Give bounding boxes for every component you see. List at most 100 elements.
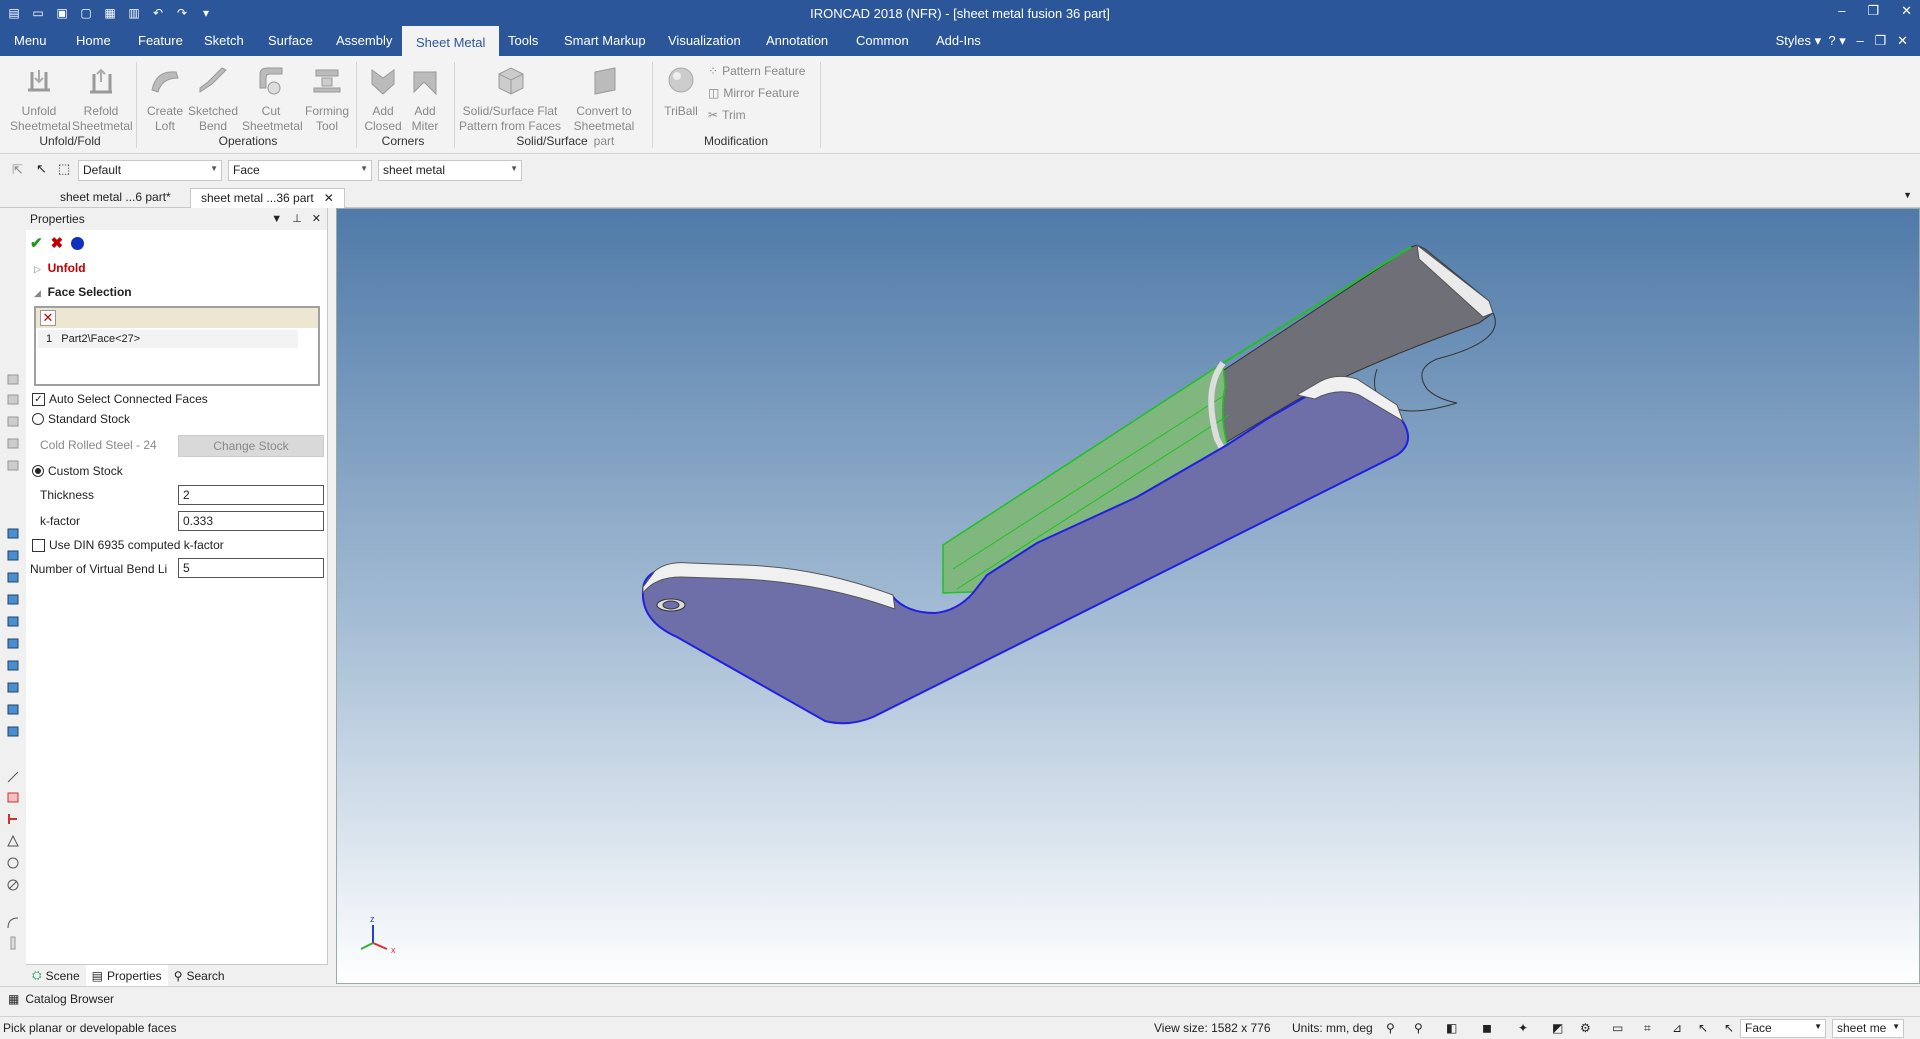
zoom-icon[interactable]: ⚲ [1386,1021,1400,1035]
render-mode-icon[interactable]: ◼ [1482,1021,1496,1035]
corner-relief-icon[interactable] [6,834,20,848]
ruler-icon[interactable] [6,936,20,950]
filter-icon[interactable]: ⊿ [1672,1021,1686,1035]
3d-viewport[interactable]: z x [336,208,1920,984]
sheetmetal-stock-icon[interactable] [6,724,20,738]
block-icon[interactable] [6,392,20,406]
tab-sketch[interactable]: Sketch [190,26,258,56]
tab-tools[interactable]: Tools [494,26,552,56]
change-stock-button[interactable]: Change Stock [178,435,324,457]
cancel-x-icon[interactable]: ✖ [51,234,64,252]
rotate-icon[interactable] [6,856,20,870]
standard-stock-radio[interactable] [32,413,44,425]
camera-icon[interactable]: ⚙ [1580,1021,1594,1035]
display-mode-icon[interactable]: ▭ [1612,1021,1626,1035]
status-scope-combo[interactable]: sheet me ▼ [1832,1019,1904,1038]
pointer-select-icon[interactable]: ↖ [1698,1021,1712,1035]
sheetmetal-stock-icon[interactable] [6,636,20,650]
catalog-browser-bar[interactable]: ▦ Catalog Browser [0,986,1920,1010]
auto-select-checkbox-row[interactable]: ✓ Auto Select Connected Faces [32,392,208,406]
tab-menu[interactable]: Menu [0,26,61,56]
forming-tool-button[interactable]: Forming Tool [298,64,356,134]
close-tab-icon[interactable]: ✕ [324,191,334,205]
triball-button[interactable]: TriBall [656,64,706,119]
standard-stock-radio-row[interactable]: Standard Stock [32,412,130,426]
snap-icon[interactable]: ⌗ [1644,1021,1658,1035]
minimize-icon[interactable]: – [1838,3,1845,19]
hem-tool-icon[interactable] [6,790,20,804]
tab-visualization[interactable]: Visualization [654,26,755,56]
selection-row[interactable]: 1 Part2\Face<27> [38,330,298,348]
tab-search[interactable]: ⚲ Search [168,965,231,986]
add-miter-button[interactable]: Add Miter [396,64,454,134]
help-icon[interactable]: ? [1828,33,1835,48]
sheetmetal-stock-icon[interactable] [6,570,20,584]
tab-properties[interactable]: ▤ Properties [85,965,168,986]
curve-tool-icon[interactable] [6,916,20,930]
sheetmetal-stock-icon[interactable] [6,702,20,716]
refold-sheetmetal-button[interactable]: Refold Sheetmetal [72,64,133,134]
bend-tool-icon[interactable] [6,770,20,784]
tab-add-ins[interactable]: Add-Ins [922,26,995,56]
kfactor-field[interactable]: 0.333 [178,511,324,531]
tab-smart-markup[interactable]: Smart Markup [550,26,660,56]
select-mode-icon[interactable]: ↖ [1724,1021,1738,1035]
selected-base-face[interactable] [641,377,1409,725]
sheetmetal-stock-icon[interactable] [6,680,20,694]
tab-common[interactable]: Common [842,26,923,56]
pattern-feature-button[interactable]: ⁘ Pattern Feature [708,64,805,78]
custom-stock-radio[interactable] [32,465,44,477]
tab-home[interactable]: Home [62,26,125,56]
section-face-selection[interactable]: ◢ Face Selection [26,280,327,304]
sheetmetal-stock-icon[interactable] [6,548,20,562]
block-icon[interactable] [6,372,20,386]
styles-menu[interactable]: Styles ▾ ? ▾ – ❐ ✕ [1776,26,1908,56]
status-select-combo[interactable]: Face ▼ [1740,1019,1826,1038]
section-unfold[interactable]: ▷ Unfold [26,256,327,280]
select-box-icon[interactable]: ⬚ [58,161,70,177]
sketched-bend-button[interactable]: Sketched Bend [184,64,242,134]
sheet-metal-part[interactable] [337,209,1920,985]
select-parts-icon[interactable]: ⇱ [12,162,23,178]
close-icon[interactable]: ✕ [1901,3,1912,19]
zoom-window-icon[interactable]: ⚲ [1414,1021,1428,1035]
panel-menu-icon[interactable]: ▼ [271,208,282,230]
clear-selection-icon[interactable]: ✕ [40,310,56,326]
tab-scene[interactable]: ⛭ Scene [26,965,86,986]
apply-check-icon[interactable]: ✔ [30,234,43,252]
deform-icon[interactable] [6,878,20,892]
doc-tab-2[interactable]: sheet metal ...36 part ✕ [190,188,345,208]
tab-annotation[interactable]: Annotation [752,26,842,56]
unfold-sheetmetal-button[interactable]: Unfold Sheetmetal [10,64,71,134]
mirror-feature-button[interactable]: ◫ Mirror Feature [708,86,799,100]
cut-sheetmetal-button[interactable]: Cut Sheetmetal [242,64,303,134]
view-orientation-icon[interactable]: ◧ [1446,1021,1460,1035]
punch-tool-icon[interactable] [6,812,20,826]
block-icon[interactable] [6,436,20,450]
block-icon[interactable] [6,414,20,428]
thickness-field[interactable]: 2 [178,485,324,505]
face-selection-list[interactable]: ✕ 1 Part2\Face<27> [34,306,320,386]
preview-dot-icon[interactable] [71,236,85,250]
section-view-icon[interactable]: ◩ [1552,1021,1566,1035]
block-icon[interactable] [6,458,20,472]
tab-list-dropdown-icon[interactable]: ▼ [1903,190,1912,200]
virtual-bend-field[interactable]: 5 [178,558,324,578]
tab-feature[interactable]: Feature [124,26,197,56]
din-checkbox[interactable] [32,538,45,552]
tab-surface[interactable]: Surface [254,26,327,56]
doc-tab-1[interactable]: sheet metal ...6 part* [50,188,181,208]
pointer-icon[interactable]: ↖ [36,161,47,177]
scope-combo[interactable]: sheet metal ▼ [378,160,522,181]
restore-icon[interactable]: ❐ [1867,3,1879,19]
auto-select-checkbox[interactable]: ✓ [32,392,45,406]
sheetmetal-stock-icon[interactable] [6,658,20,672]
sheetmetal-stock-icon[interactable] [6,614,20,628]
lighting-icon[interactable]: ✦ [1518,1021,1532,1035]
selection-filter-combo[interactable]: Face ▼ [228,160,372,181]
flat-pattern-from-faces-button[interactable]: Solid/Surface Flat Pattern from Faces [458,64,562,134]
custom-stock-radio-row[interactable]: Custom Stock [32,464,123,478]
sheetmetal-stock-icon[interactable] [6,592,20,606]
pin-icon[interactable]: ⊥ [292,208,302,230]
trim-button[interactable]: ✂ Trim [708,108,746,122]
